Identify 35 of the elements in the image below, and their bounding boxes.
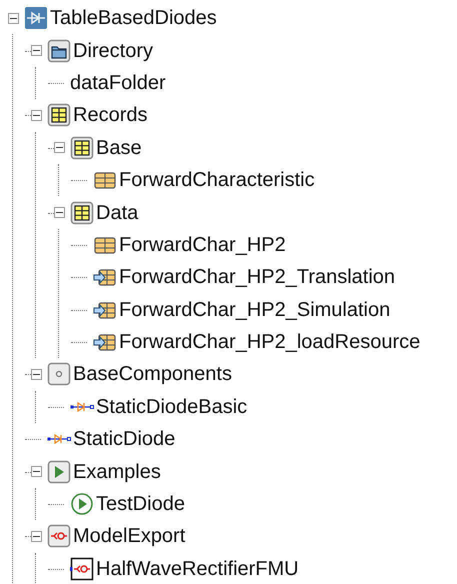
tree-item-label[interactable]: Base xyxy=(96,138,142,158)
tree-item-label[interactable]: Directory xyxy=(73,40,154,61)
tree-item-label[interactable]: Records xyxy=(73,105,148,126)
tree-item-label[interactable]: StaticDiode xyxy=(73,429,176,450)
grid-icon xyxy=(70,136,94,160)
tree-item-label[interactable]: dataFolder xyxy=(70,72,166,93)
collapse-toggle[interactable] xyxy=(30,368,42,380)
tree-item-label[interactable]: ForwardChar_HP2_loadResource xyxy=(119,332,420,352)
grid-icon xyxy=(70,200,94,225)
diode-icon xyxy=(24,6,48,30)
collapse-toggle[interactable] xyxy=(54,207,64,218)
tree-item-label[interactable]: StaticDiodeBasic xyxy=(96,396,248,417)
collapse-toggle[interactable] xyxy=(8,12,18,24)
tree-item-label[interactable]: TestDiode xyxy=(96,494,185,514)
grid-icon xyxy=(47,103,71,128)
collapse-toggle[interactable] xyxy=(30,466,42,478)
collapse-toggle[interactable] xyxy=(30,45,42,56)
tree-item-label[interactable]: ForwardChar_HP2_Translation xyxy=(119,267,396,288)
tree-item-label[interactable]: ModelExport xyxy=(73,526,186,546)
tree-item-label[interactable]: HalfWaveRectifierFMU xyxy=(96,558,299,579)
tree-item-label[interactable]: TableBasedDiodes xyxy=(50,8,217,28)
tree-item-label[interactable]: ForwardChar_HP2_Simulation xyxy=(119,300,390,320)
export-icon xyxy=(47,524,71,548)
collapse-toggle[interactable] xyxy=(30,110,42,121)
play-circle-icon xyxy=(70,492,94,516)
play-icon xyxy=(47,460,71,484)
fmu-block-icon xyxy=(70,556,94,581)
tree-item-label[interactable]: BaseComponents xyxy=(73,364,232,384)
tree-item-label[interactable]: ForwardCharacteristic xyxy=(119,170,315,190)
tree-item-label[interactable]: Data xyxy=(96,202,138,223)
collapse-toggle[interactable] xyxy=(30,530,42,542)
collapse-toggle[interactable] xyxy=(54,142,64,154)
tree-item-label[interactable]: ForwardChar_HP2 xyxy=(119,234,286,255)
tree-item-label[interactable]: Examples xyxy=(73,462,161,482)
folder-icon xyxy=(47,38,71,63)
